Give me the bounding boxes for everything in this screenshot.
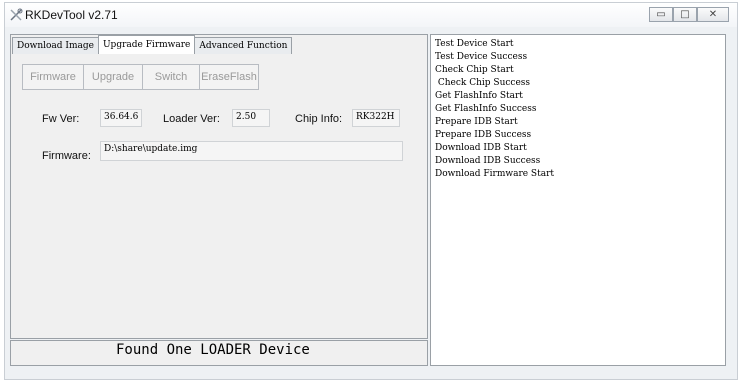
- window-controls: ▭ □ ✕: [649, 7, 729, 22]
- tab-download-image[interactable]: Download Image: [12, 37, 99, 54]
- app-tools-icon: [10, 8, 23, 21]
- maximize-button[interactable]: □: [673, 7, 697, 22]
- log-line: Get FlashInfo Start: [435, 91, 523, 101]
- firmware-label: Firmware:: [42, 150, 91, 162]
- log-line: Prepare IDB Success: [435, 130, 532, 140]
- eraseflash-button[interactable]: EraseFlash: [199, 64, 259, 90]
- upgrade-button[interactable]: Upgrade: [83, 64, 143, 90]
- switch-button[interactable]: Switch: [142, 64, 200, 90]
- minimize-button[interactable]: ▭: [649, 7, 673, 22]
- log-panel[interactable]: Test Device Start Test Device Success Ch…: [430, 34, 726, 366]
- toolbar: Firmware Upgrade Switch EraseFlash: [22, 64, 259, 90]
- close-button[interactable]: ✕: [697, 7, 729, 22]
- fw-ver-label: Fw Ver:: [42, 113, 80, 125]
- log-line: Download IDB Start: [435, 143, 527, 153]
- title-bar[interactable]: RKDevTool v2.71 ▭ □ ✕: [5, 3, 737, 27]
- firmware-path-field: D:\share\update.img: [100, 141, 403, 161]
- firmware-button[interactable]: Firmware: [22, 64, 84, 90]
- log-line: Download IDB Success: [435, 156, 541, 166]
- fw-ver-field: 36.64.6: [100, 109, 142, 127]
- log-line: Check Chip Start: [435, 65, 514, 75]
- loader-ver-label: Loader Ver:: [163, 113, 220, 125]
- log-line: Check Chip Success: [435, 78, 531, 88]
- loader-ver-field: 2.50: [232, 109, 270, 127]
- status-text: Found One LOADER Device: [116, 342, 310, 358]
- log-line: Prepare IDB Start: [435, 117, 518, 127]
- chip-info-label: Chip Info:: [295, 113, 343, 125]
- tab-strip: Download Image Upgrade Firmware Advanced…: [12, 35, 293, 54]
- log-line: Test Device Start: [435, 39, 514, 49]
- tab-advanced-function[interactable]: Advanced Function: [194, 37, 293, 54]
- log-line: Test Device Success: [435, 52, 528, 62]
- log-line: Download Firmware Start: [435, 169, 555, 179]
- window-title: RKDevTool v2.71: [25, 8, 118, 22]
- chip-info-field: RK322H: [352, 109, 400, 127]
- tab-upgrade-firmware[interactable]: Upgrade Firmware: [97, 35, 196, 54]
- log-line: Get FlashInfo Success: [435, 104, 537, 114]
